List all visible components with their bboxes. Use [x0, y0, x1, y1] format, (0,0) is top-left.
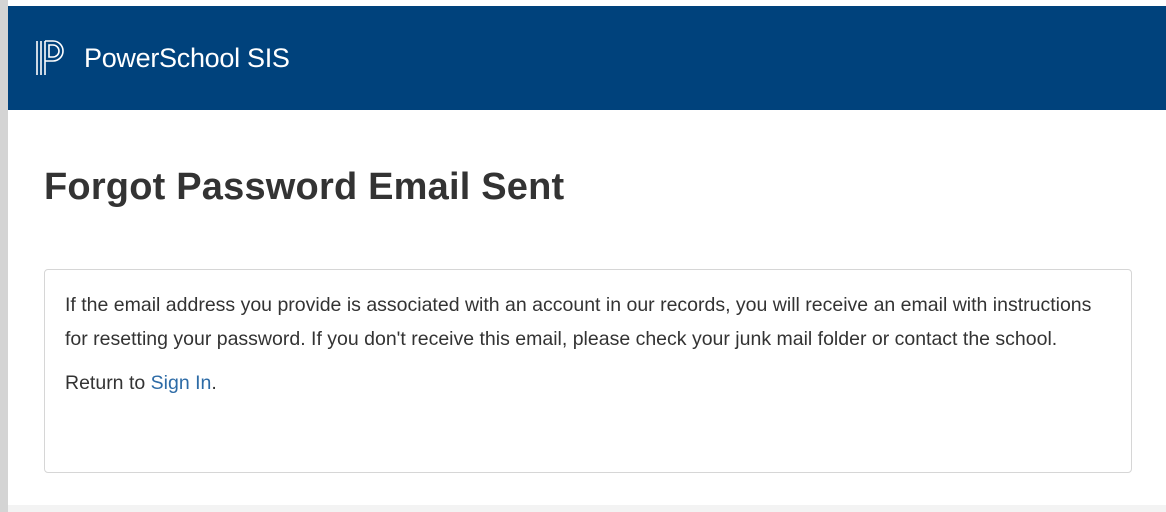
brand-title: PowerSchool SIS	[84, 42, 290, 73]
main-content: Forgot Password Email Sent If the email …	[8, 110, 1166, 512]
return-prefix: Return to	[65, 372, 151, 394]
page-title: Forgot Password Email Sent	[44, 166, 565, 208]
header-bar: PowerSchool SIS	[8, 6, 1166, 110]
bottom-strip	[8, 505, 1166, 512]
forgot-password-page: PowerSchool SIS Forgot Password Email Se…	[0, 0, 1166, 512]
message-panel: If the email address you provide is asso…	[44, 269, 1132, 473]
confirmation-message: If the email address you provide is asso…	[65, 294, 1092, 350]
return-line: Return to Sign In.	[65, 366, 1109, 400]
logo-svg	[36, 40, 64, 75]
sign-in-link[interactable]: Sign In	[151, 372, 212, 394]
powerschool-logo-icon[interactable]	[34, 38, 68, 78]
left-border	[0, 0, 8, 512]
return-suffix: .	[211, 372, 217, 394]
